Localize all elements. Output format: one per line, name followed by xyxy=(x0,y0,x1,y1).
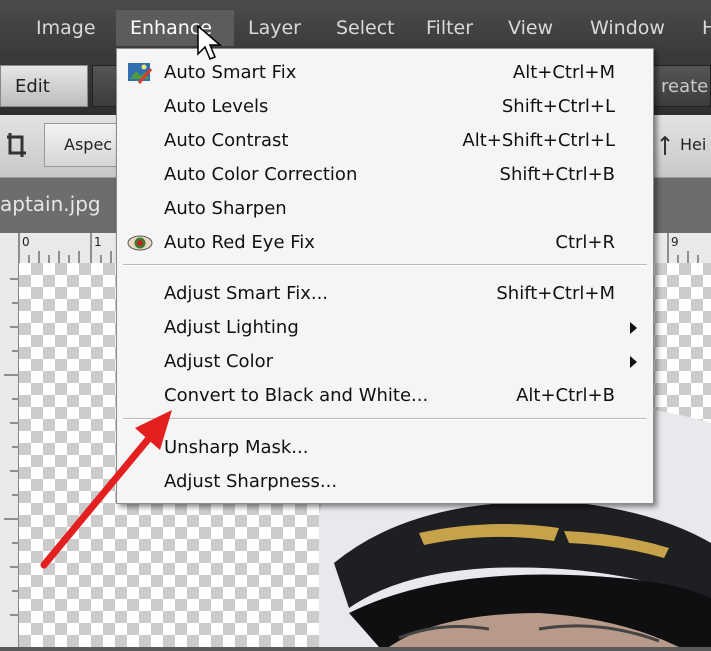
mouse-cursor-icon xyxy=(197,24,223,60)
annotation-arrow-icon xyxy=(40,410,172,569)
